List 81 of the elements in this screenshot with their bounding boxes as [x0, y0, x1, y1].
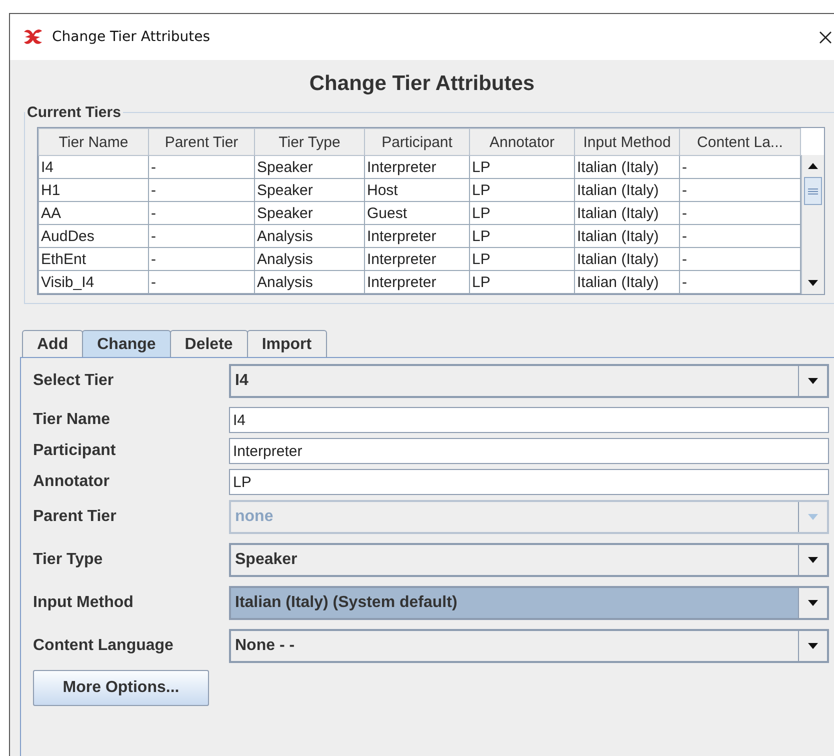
table-cell: - — [680, 270, 800, 294]
table-cell: Guest — [364, 202, 470, 224]
field-label: Select Tier — [33, 372, 115, 390]
dropdown-arrow-icon[interactable] — [807, 377, 819, 385]
table-cell: EthEnt — [38, 248, 148, 270]
table-cell: Italian (Italy) — [574, 224, 680, 248]
table-cell: Interpreter — [364, 224, 470, 248]
dropdown-arrow-icon[interactable] — [807, 599, 819, 607]
field-label: Tier Type — [33, 551, 104, 569]
dropdown[interactable]: None - - — [229, 629, 829, 663]
table-cell: Analysis — [254, 224, 364, 248]
field-label: Participant — [33, 442, 117, 460]
table-cell: Speaker — [254, 156, 364, 178]
table-cell: Host — [364, 178, 470, 202]
table-cell: - — [148, 270, 254, 294]
table-cell: - — [680, 156, 800, 178]
table-cell: I4 — [38, 156, 148, 178]
column-header[interactable]: Input Method — [574, 128, 680, 156]
window-title: Change Tier Attributes — [52, 29, 211, 45]
table-cell: - — [148, 202, 254, 224]
table-cell: Italian (Italy) — [574, 156, 680, 178]
tab[interactable]: Import — [246, 330, 327, 357]
table-cell: LP — [470, 202, 574, 224]
table-cell: LP — [470, 156, 574, 178]
table-cell: Speaker — [254, 202, 364, 224]
column-header[interactable]: Participant — [364, 128, 470, 156]
column-header[interactable]: Parent Tier — [148, 128, 254, 156]
table-cell: - — [148, 156, 254, 178]
text-field[interactable]: Interpreter — [229, 438, 829, 464]
table-cell: Visib_I4 — [38, 270, 148, 294]
dialog-heading: Change Tier Attributes — [308, 71, 536, 97]
table-cell: Interpreter — [364, 156, 470, 178]
table-cell: Speaker — [254, 178, 364, 202]
field-label: Content Language — [33, 637, 174, 655]
table-cell: H1 — [38, 178, 148, 202]
table-cell: LP — [470, 248, 574, 270]
table-cell: LP — [470, 270, 574, 294]
field-label: Annotator — [33, 473, 110, 491]
table-cell: Italian (Italy) — [574, 202, 680, 224]
column-header[interactable]: Annotator — [470, 128, 574, 156]
more-options-button[interactable]: More Options... — [33, 670, 209, 706]
dropdown[interactable]: Speaker — [229, 543, 829, 577]
text-field[interactable]: I4 — [229, 407, 829, 433]
table-cell: - — [148, 224, 254, 248]
dropdown-arrow-icon[interactable] — [807, 642, 819, 650]
close-icon[interactable] — [819, 30, 832, 44]
table-cell: Interpreter — [364, 270, 470, 294]
dropdown[interactable]: I4 — [229, 364, 829, 398]
app-logo-icon — [22, 28, 44, 46]
table-cell: Interpreter — [364, 248, 470, 270]
dropdown-arrow-icon[interactable] — [807, 556, 819, 564]
dropdown[interactable]: Italian (Italy) (System default) — [229, 586, 829, 620]
scroll-up-icon[interactable] — [807, 162, 819, 170]
table-cell: Analysis — [254, 270, 364, 294]
column-header[interactable]: Tier Name — [38, 128, 148, 156]
table-cell: Italian (Italy) — [574, 270, 680, 294]
table-cell: Italian (Italy) — [574, 178, 680, 202]
table-cell: - — [680, 202, 800, 224]
vertical-scrollbar[interactable] — [801, 155, 824, 294]
field-label: Parent Tier — [33, 508, 118, 526]
field-label: Tier Name — [33, 411, 112, 429]
table-cell: - — [680, 224, 800, 248]
table-cell: AudDes — [38, 224, 148, 248]
table-cell: - — [148, 248, 254, 270]
tab[interactable]: Add — [22, 330, 84, 357]
table-cell: Italian (Italy) — [574, 248, 680, 270]
table-cell: LP — [470, 178, 574, 202]
field-label: Input Method — [33, 594, 134, 612]
table-cell: LP — [470, 224, 574, 248]
tab[interactable]: Change — [82, 330, 171, 357]
table-cell: AA — [38, 202, 148, 224]
table-cell: - — [148, 178, 254, 202]
table-cell: - — [680, 178, 800, 202]
column-header[interactable]: Tier Type — [254, 128, 364, 156]
group-title: Current Tiers — [26, 104, 122, 121]
scroll-down-icon[interactable] — [807, 279, 819, 287]
table-cell: Analysis — [254, 248, 364, 270]
table-cell: - — [680, 248, 800, 270]
column-header[interactable]: Content La... — [680, 128, 800, 156]
text-field[interactable]: LP — [229, 469, 829, 495]
scroll-thumb[interactable] — [804, 177, 822, 205]
